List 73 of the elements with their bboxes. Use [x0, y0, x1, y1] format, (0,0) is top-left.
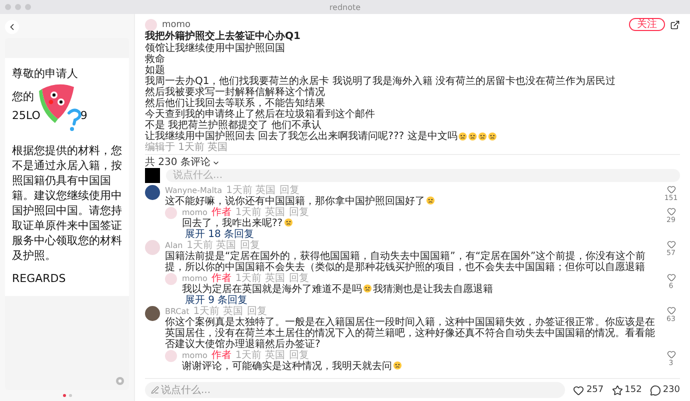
carousel-dot[interactable] — [62, 394, 66, 397]
comment-author[interactable]: momo — [182, 207, 208, 218]
post-title: 我把外籍护照交上去签证中心办Q1 — [145, 31, 302, 42]
post-text: 我周一去办Q1，他们找我要荷兰的永居卡 我说明了我是海外入籍 没有荷兰的居留卡也没在荷兰作为居民过 — [145, 76, 616, 87]
expand-replies[interactable]: 展开 18 条回复 — [185, 229, 254, 240]
comment-meta: 1天前 英国 — [193, 306, 243, 317]
letter-closing: REGARDS — [12, 271, 67, 286]
avatar[interactable] — [145, 185, 160, 200]
chat-bubble-icon — [650, 384, 661, 396]
post-text: 然后我被要求写一封解释信解释这个情况 — [145, 87, 325, 98]
comment-text: 我猜测也是让我去自愿退籍 — [373, 284, 493, 295]
reply-link[interactable]: 回复 — [240, 240, 260, 251]
avatar[interactable] — [145, 306, 160, 321]
carousel-dot[interactable] — [68, 394, 72, 397]
post-date: 编辑于 1天前 英国 — [145, 142, 229, 153]
author-tag: 作者 — [211, 207, 232, 218]
comment-text: 这不能好嘛，说你还有中国国籍，那你拿中国护照回国好了 — [165, 196, 425, 207]
comment-author[interactable]: momo — [182, 350, 208, 361]
heart-icon[interactable] — [666, 350, 676, 359]
collect-button[interactable]: 152 — [612, 384, 642, 396]
comment-meta: 1天前 英国 — [186, 240, 236, 251]
reply-link[interactable]: 回复 — [288, 273, 309, 284]
heart-icon[interactable] — [666, 273, 676, 282]
reply-link[interactable]: 回复 — [288, 207, 309, 218]
comment-text: 你这个案例真是太独特了。一般是在入籍国居住一段时间入籍，这种中国国籍失效，办签证很正常。你应该是在英国居住，没有在荷兰本土居住的情况下入的荷兰籍吧，这种好像还真不符合自动失去中国国籍的情况。看看能否建议大使馆办理退籍然后办签证? — [165, 317, 655, 350]
post-text: 救命 — [145, 54, 165, 65]
post-text: 然后他们让我回去等联系，不能告知结果 — [145, 98, 325, 109]
comment-author[interactable]: Wanyne-Malta — [165, 185, 222, 196]
letter-text: 9 — [80, 108, 88, 123]
author-tag: 作者 — [211, 273, 232, 284]
follow-button[interactable]: 关注 — [629, 18, 665, 31]
reply-link[interactable]: 回复 — [246, 306, 267, 317]
letter-greeting: 尊敬的申请人 — [12, 66, 79, 81]
comment-field[interactable]: 说点什么... — [145, 382, 566, 398]
comment-author[interactable]: BRCat — [165, 306, 190, 317]
post-text: 如题 — [145, 65, 165, 76]
comment-count: 共 230 条评论 — [145, 157, 210, 168]
pencil-icon — [151, 386, 159, 394]
star-icon — [612, 384, 623, 396]
author-tag: 作者 — [211, 350, 232, 361]
reply-link[interactable]: 回复 — [288, 350, 309, 361]
heart-icon[interactable] — [666, 306, 676, 315]
comment-meta: 1天前 英国 — [235, 273, 285, 284]
expand-replies[interactable]: 展开 9 条回复 — [185, 295, 248, 306]
post-text: 让我继续用中国护照回去 回去了我怎么出来啊我请问呢??? 这是中文吗 — [145, 131, 458, 142]
comment-text: 我以为定居在英国就是海外了难道不是吗 — [182, 284, 362, 295]
user-avatar — [145, 168, 160, 183]
back-button[interactable] — [5, 20, 19, 34]
letter-text: 根据您提供的材料，您不是通过永居入籍，按照国籍仍具有中国国籍。建议您继续使用中国护照回中国。请您持取证单原件来中国签证服务中心领取您的材料及护照。 — [12, 143, 122, 263]
post-text: 不是 我把荷兰护照都提交了 他们不承认 — [145, 120, 322, 131]
heart-icon[interactable] — [666, 240, 676, 249]
heart-icon[interactable] — [666, 207, 676, 216]
comment-text: 谢谢评论，可能确实是这种情况，我明天就去问 — [182, 361, 392, 372]
comment-author[interactable]: Alan — [165, 240, 183, 251]
comment-text: 国籍法前提是“定居在国外的，获得他国国籍，自动失去中国国籍”，有“定居在国外”这个前提，你没有这个前提，所以你的中国国籍不会失去（类似的是那种花钱买护照的项目，也不会失去中国国籍；但你可以自愿退籍 — [165, 251, 646, 273]
heart-icon — [573, 384, 584, 396]
comment-text: 回去了，我咋出来呢?? — [182, 218, 283, 229]
comment-input[interactable]: 说点什么... — [166, 169, 680, 182]
reply-link[interactable]: 回复 — [280, 185, 300, 196]
author-name[interactable]: momo — [162, 20, 191, 30]
share-icon[interactable] — [670, 20, 680, 30]
comment-button[interactable]: 230 — [650, 384, 680, 396]
letter-text: 25LO — [12, 108, 40, 123]
post-text: 今天查到我的申请终止了然后在垃圾箱看到这个邮件 — [145, 109, 375, 120]
window-title: rednote — [329, 2, 361, 12]
like-button[interactable]: 257 — [573, 384, 604, 396]
post-text: 领馆让我继续使用中国护照回国 — [145, 43, 285, 54]
comment-meta: 1天前 英国 — [235, 207, 285, 218]
comment-meta: 1天前 英国 — [235, 350, 285, 361]
comment-author[interactable]: momo — [182, 273, 208, 284]
comment-meta: 1天前 英国 — [226, 185, 276, 196]
heart-icon[interactable] — [666, 185, 676, 194]
letter-text: 您的 — [12, 89, 35, 104]
